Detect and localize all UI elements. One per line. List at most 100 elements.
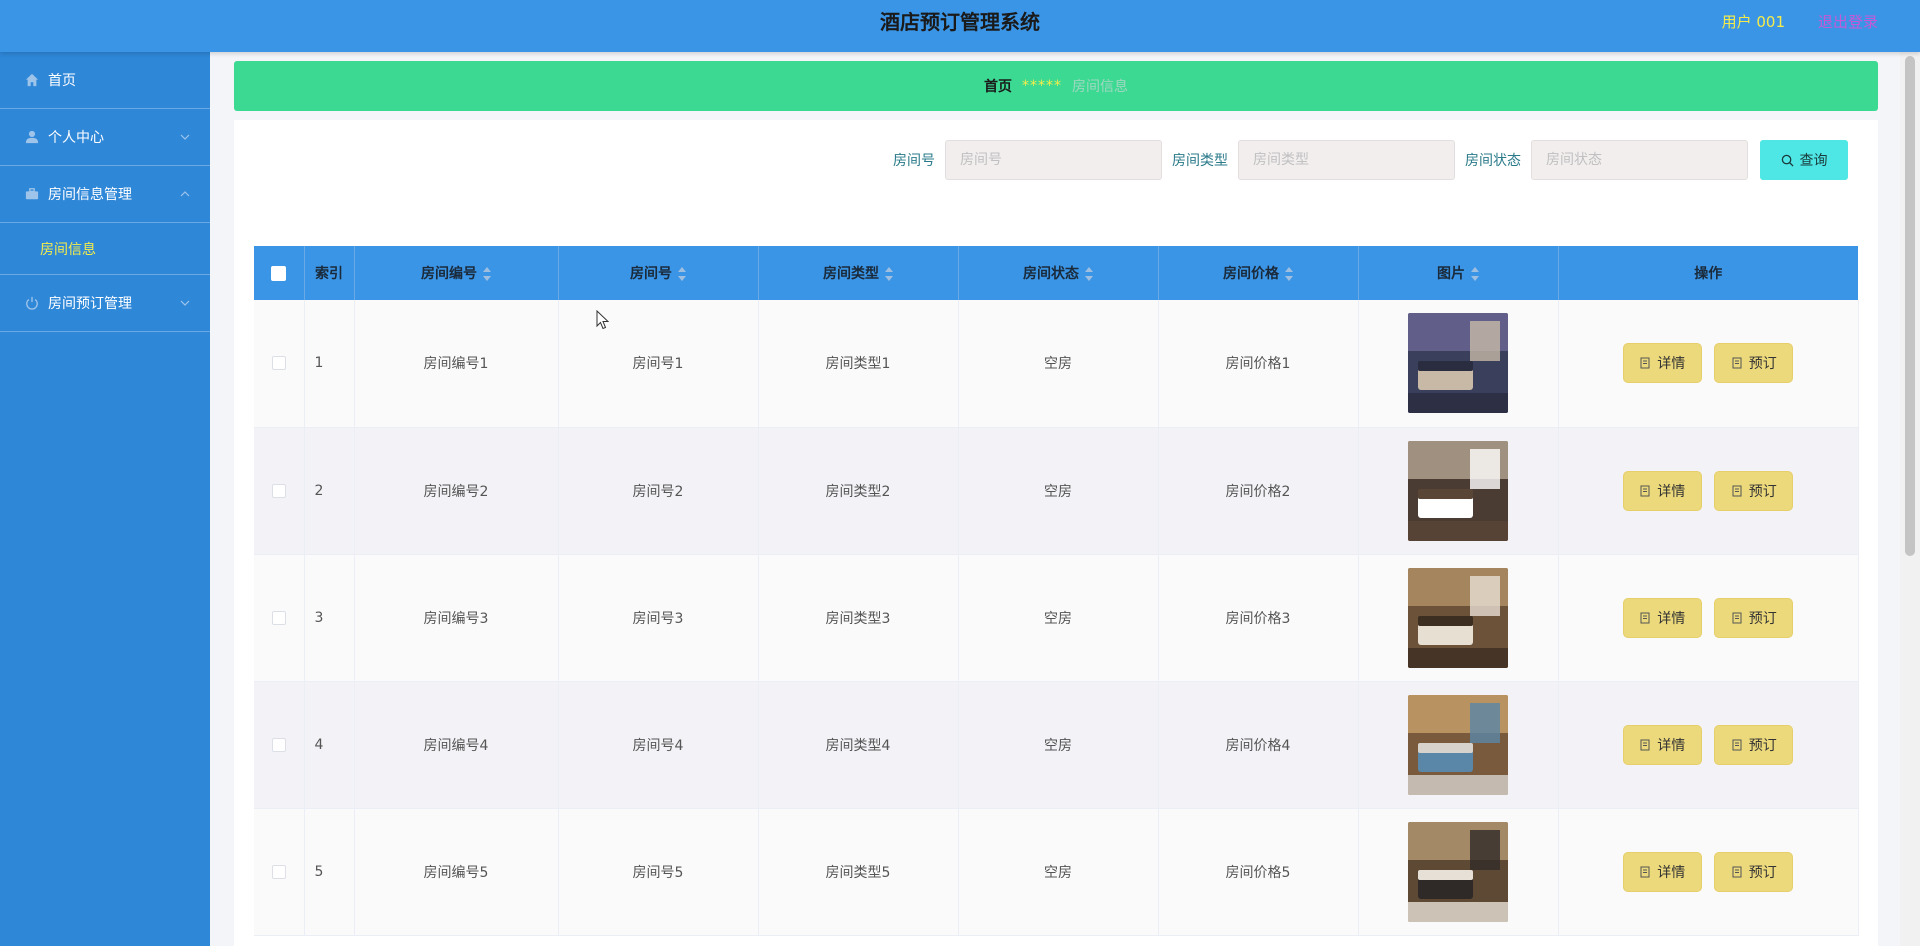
book-button[interactable]: 预订 [1714,597,1794,638]
main-content: 首页 ***** 房间信息 房间号 房间类型 房间状态 查询 [210,52,1900,946]
cell-index: 1 [304,300,355,428]
sort-icon[interactable] [483,267,491,281]
sidebar-item-personal-center[interactable]: 个人中心 [0,109,210,166]
scrollbar-thumb[interactable] [1905,56,1915,556]
column-header-room-number[interactable]: 房间号 [558,246,759,300]
room-photo[interactable] [1408,440,1508,541]
cell-room-number: 房间号1 [558,300,759,428]
sidebar-subitem-room-info[interactable]: 房间信息 [0,223,210,275]
row-select-cell [254,808,305,936]
row-checkbox[interactable] [271,610,286,625]
column-header-room-code[interactable]: 房间编号 [354,246,559,300]
breadcrumb: 首页 ***** 房间信息 [234,61,1878,111]
column-header-room-status[interactable]: 房间状态 [958,246,1159,300]
table-row: 2 房间编号2 房间号2 房间类型2 空房 房间价格2 详情 预订 [254,427,1859,555]
row-select-cell [254,300,305,428]
cell-room-code: 房间编号1 [354,300,559,428]
detail-button[interactable]: 详情 [1622,343,1702,384]
column-header-room-price[interactable]: 房间价格 [1158,246,1359,300]
room-photo[interactable] [1408,821,1508,922]
document-icon [1732,357,1742,369]
book-button[interactable]: 预订 [1714,851,1794,892]
chevron-down-icon [180,300,190,306]
cell-room-price: 房间价格1 [1158,300,1359,428]
sidebar-item-room-info-management[interactable]: 房间信息管理 [0,166,210,223]
cell-room-number: 房间号2 [558,427,759,555]
sort-icon[interactable] [1085,267,1093,281]
document-icon [1640,866,1650,877]
document-icon [1732,612,1742,623]
cell-room-status: 空房 [958,681,1159,809]
top-header: 酒店预订管理系统 用户 001 退出登录 [0,0,1920,52]
room-photo[interactable] [1408,694,1508,795]
cell-room-type: 房间类型3 [758,554,959,682]
row-select-cell [254,427,305,555]
breadcrumb-home[interactable]: 首页 [984,76,1012,96]
room-status-label: 房间状态 [1465,153,1521,169]
cell-actions: 详情 预订 [1558,681,1859,809]
briefcase-icon [24,186,40,202]
detail-button-label: 详情 [1657,737,1686,754]
room-photo[interactable] [1408,567,1508,668]
detail-button-label: 详情 [1657,610,1686,627]
room-status-input[interactable] [1531,140,1748,180]
detail-button[interactable]: 详情 [1622,470,1702,511]
room-photo[interactable] [1408,313,1508,414]
logout-link[interactable]: 退出登录 [1818,0,1878,44]
select-all-checkbox[interactable] [271,265,287,281]
sort-icon[interactable] [885,267,893,281]
column-header-label: 房间价格 [1223,266,1279,282]
row-checkbox[interactable] [271,356,286,371]
chevron-up-icon [180,191,190,197]
row-checkbox[interactable] [271,483,286,498]
cell-room-number: 房间号3 [558,554,759,682]
column-header-index: 索引 [304,246,355,300]
column-header-label: 房间编号 [421,266,477,282]
home-icon [24,72,40,88]
sidebar-item-label: 房间信息管理 [48,187,132,203]
row-checkbox[interactable] [271,737,286,752]
book-button[interactable]: 预订 [1714,343,1794,384]
search-button[interactable]: 查询 [1760,140,1848,180]
sort-icon[interactable] [678,267,686,281]
book-button-label: 预订 [1748,737,1777,754]
content-panel: 房间号 房间类型 房间状态 查询 索引 房间编号 房间号 [234,120,1878,946]
document-icon [1640,739,1650,750]
sort-icon[interactable] [1285,267,1293,281]
cell-index: 2 [304,427,355,555]
cell-actions: 详情 预订 [1558,554,1859,682]
cell-room-code: 房间编号2 [354,427,559,555]
book-button[interactable]: 预订 [1714,724,1794,765]
book-button[interactable]: 预订 [1714,470,1794,511]
cell-room-code: 房间编号5 [354,808,559,936]
cell-actions: 详情 预订 [1558,808,1859,936]
book-button-label: 预订 [1748,864,1777,881]
book-button-label: 预订 [1748,610,1777,627]
column-header-image[interactable]: 图片 [1358,246,1559,300]
cell-image [1358,681,1559,809]
vertical-scrollbar[interactable] [1900,52,1920,946]
detail-button[interactable]: 详情 [1622,851,1702,892]
room-number-input[interactable] [945,140,1162,180]
detail-button[interactable]: 详情 [1622,724,1702,765]
cell-room-status: 空房 [958,300,1159,428]
cell-room-type: 房间类型5 [758,808,959,936]
document-icon [1640,612,1650,623]
detail-button[interactable]: 详情 [1622,597,1702,638]
breadcrumb-separator: ***** [1022,78,1062,94]
search-button-label: 查询 [1799,153,1828,169]
chevron-down-icon [180,134,190,140]
cell-room-status: 空房 [958,554,1159,682]
cell-room-code: 房间编号3 [354,554,559,682]
room-type-label: 房间类型 [1172,153,1228,169]
sort-icon[interactable] [1471,267,1479,281]
room-type-input[interactable] [1238,140,1455,180]
sidebar-item-home[interactable]: 首页 [0,52,210,109]
column-header-room-type[interactable]: 房间类型 [758,246,959,300]
column-header-actions: 操作 [1558,246,1858,300]
row-checkbox[interactable] [271,864,286,879]
power-icon [24,295,40,311]
sidebar-item-room-booking-management[interactable]: 房间预订管理 [0,275,210,332]
current-user-label: 用户 001 [1721,13,1785,31]
room-number-label: 房间号 [893,153,935,169]
